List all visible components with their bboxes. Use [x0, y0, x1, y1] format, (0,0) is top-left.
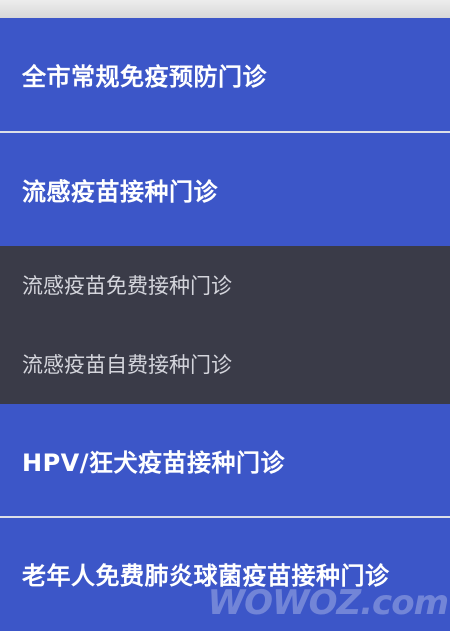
submenu-item-label: 流感疫苗自费接种门诊 — [22, 353, 232, 377]
submenu-item-flu-free[interactable]: 流感疫苗免费接种门诊 — [0, 246, 450, 324]
menu-item-routine-immunization[interactable]: 全市常规免疫预防门诊 — [0, 18, 450, 131]
menu-item-label: 老年人免费肺炎球菌疫苗接种门诊 — [22, 561, 390, 590]
clinic-menu: 全市常规免疫预防门诊 流感疫苗接种门诊 流感疫苗免费接种门诊 流感疫苗自费接种门… — [0, 18, 450, 628]
submenu-item-label: 流感疫苗免费接种门诊 — [22, 274, 232, 298]
submenu-item-flu-self-paid[interactable]: 流感疫苗自费接种门诊 — [0, 324, 450, 404]
menu-item-elderly-pneumococcal[interactable]: 老年人免费肺炎球菌疫苗接种门诊 — [0, 518, 450, 628]
menu-item-label: HPV/狂犬疫苗接种门诊 — [22, 448, 286, 477]
menu-item-label: 流感疫苗接种门诊 — [22, 178, 218, 206]
menu-item-flu-vaccine[interactable]: 流感疫苗接种门诊 — [0, 133, 450, 246]
menu-item-hpv-rabies[interactable]: HPV/狂犬疫苗接种门诊 — [0, 404, 450, 516]
top-status-strip — [0, 0, 450, 18]
menu-item-label: 全市常规免疫预防门诊 — [22, 63, 267, 91]
